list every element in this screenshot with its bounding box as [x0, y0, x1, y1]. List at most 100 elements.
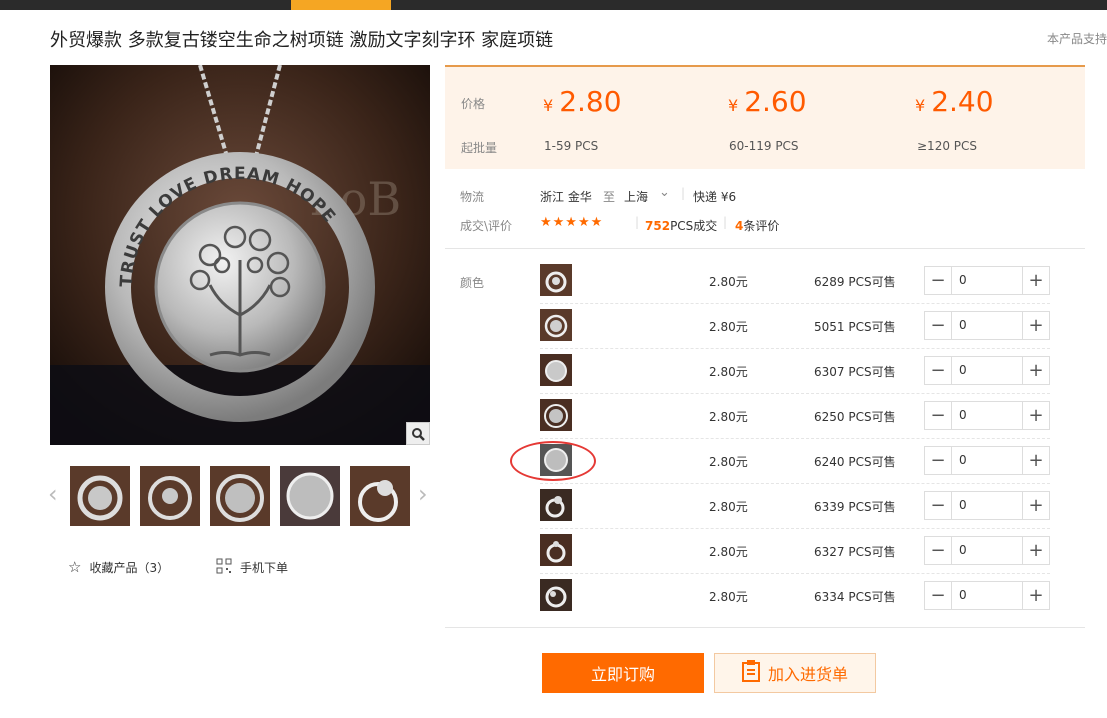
variant-swatch[interactable] — [540, 264, 572, 296]
deals-count: 752 — [645, 219, 671, 233]
shipping-fee: 快递 ¥6 — [693, 190, 737, 204]
logistics-label: 物流 — [460, 190, 485, 204]
decrease-qty-button[interactable]: − — [925, 402, 952, 429]
thumbnail[interactable] — [350, 466, 410, 526]
variant-stock: 6289 PCS可售 — [814, 275, 896, 289]
separator: | — [635, 215, 640, 229]
decrease-qty-button[interactable]: − — [925, 582, 952, 609]
variant-swatch[interactable] — [540, 534, 572, 566]
variant-price: 2.80元 — [709, 500, 748, 514]
quantity-input[interactable]: 0 — [959, 543, 967, 557]
decrease-qty-button[interactable]: − — [925, 267, 952, 294]
currency-symbol: ¥ — [543, 96, 554, 115]
deals-suffix: PCS成交 — [670, 219, 718, 233]
thumbnail-strip: ‹ › — [48, 466, 440, 526]
variant-stock: 6307 PCS可售 — [814, 365, 896, 379]
quantity-input[interactable]: 0 — [959, 273, 967, 287]
variant-price: 2.80元 — [709, 590, 748, 604]
variant-row: 2.80元 6327 PCS可售 − 0 + — [540, 528, 1050, 574]
increase-qty-button[interactable]: + — [1022, 312, 1049, 339]
variant-price: 2.80元 — [709, 365, 748, 379]
variant-swatch[interactable] — [540, 354, 572, 386]
nav-tab[interactable] — [190, 0, 280, 10]
decrease-qty-button[interactable]: − — [925, 357, 952, 384]
separator: | — [681, 186, 686, 200]
buy-now-button[interactable]: 立即订购 — [542, 653, 704, 693]
tier-range: 60-119 PCS — [729, 139, 799, 153]
variant-swatch[interactable] — [540, 579, 572, 611]
tier-price: 2.80 — [559, 85, 622, 118]
deals-count-link[interactable]: 752PCS成交 — [645, 217, 717, 234]
top-nav-bar — [0, 0, 1107, 10]
qr-code-icon — [216, 558, 232, 577]
logistics-section: 物流 浙江 金华 至 上海 ⌄ | 快递 ¥6 成交\评价 ★★★★★ | 75… — [445, 170, 1085, 249]
decrease-qty-button[interactable]: − — [925, 492, 952, 519]
thumbnail[interactable] — [140, 466, 200, 526]
variant-price: 2.80元 — [709, 410, 748, 424]
currency-symbol: ¥ — [728, 96, 739, 115]
destination-select[interactable]: 上海 — [624, 188, 648, 205]
variant-swatch[interactable] — [540, 309, 572, 341]
quantity-stepper: − 0 + — [924, 401, 1050, 430]
decrease-qty-button[interactable]: − — [925, 312, 952, 339]
zoom-icon[interactable] — [406, 422, 430, 445]
review-count-link[interactable]: 4条评价 — [735, 217, 779, 234]
variant-stock: 6327 PCS可售 — [814, 545, 896, 559]
quantity-input[interactable]: 0 — [959, 363, 967, 377]
variant-swatch[interactable] — [540, 489, 572, 521]
increase-qty-button[interactable]: + — [1022, 492, 1049, 519]
quantity-input[interactable]: 0 — [959, 318, 967, 332]
review-suffix: 条评价 — [743, 219, 780, 233]
star-outline-icon: ☆ — [68, 558, 82, 576]
price-label: 价格 — [461, 97, 486, 111]
variant-stock: 6240 PCS可售 — [814, 455, 896, 469]
increase-qty-button[interactable]: + — [1022, 357, 1049, 384]
thumb-next-arrow-icon[interactable]: › — [418, 482, 428, 506]
variant-price: 2.80元 — [709, 320, 748, 334]
increase-qty-button[interactable]: + — [1022, 402, 1049, 429]
increase-qty-button[interactable]: + — [1022, 447, 1049, 474]
product-main-image[interactable]: hoB TRUST LOVE DREAM HOPE — [50, 65, 430, 445]
color-label: 颜色 — [460, 276, 485, 290]
mobile-order-button[interactable]: 手机下单 — [216, 558, 288, 577]
tier-range: 1-59 PCS — [544, 139, 599, 153]
variant-row: 2.80元 6334 PCS可售 − 0 + — [540, 573, 1050, 618]
add-to-cart-label: 加入进货单 — [767, 665, 848, 684]
quantity-input[interactable]: 0 — [959, 498, 967, 512]
product-title: 外贸爆款 多款复古镂空生命之树项链 激励文字刻字环 家庭项链 — [50, 30, 554, 51]
quantity-stepper: − 0 + — [924, 311, 1050, 340]
variant-swatch[interactable] — [540, 399, 572, 431]
nav-tab[interactable] — [400, 0, 490, 10]
decrease-qty-button[interactable]: − — [925, 537, 952, 564]
thumbnail[interactable] — [280, 466, 340, 526]
variant-row: 2.80元 5051 PCS可售 − 0 + — [540, 303, 1050, 349]
quantity-stepper: − 0 + — [924, 356, 1050, 385]
increase-qty-button[interactable]: + — [1022, 582, 1049, 609]
thumbnail[interactable] — [210, 466, 270, 526]
tier-price: 2.40 — [931, 85, 994, 118]
tier-range: ≥120 PCS — [917, 139, 978, 153]
price-tier-3: ¥2.40 — [915, 85, 994, 118]
quantity-input[interactable]: 0 — [959, 408, 967, 422]
variant-row: 2.80元 6250 PCS可售 − 0 + — [540, 393, 1050, 439]
divider — [445, 627, 1085, 628]
chevron-down-icon[interactable]: ⌄ — [659, 185, 670, 200]
variant-row: 2.80元 6339 PCS可售 − 0 + — [540, 483, 1050, 529]
quantity-input[interactable]: 0 — [959, 453, 967, 467]
variant-price: 2.80元 — [709, 455, 748, 469]
currency-symbol: ¥ — [915, 96, 926, 115]
quantity-stepper: − 0 + — [924, 266, 1050, 295]
thumbnail[interactable] — [70, 466, 130, 526]
add-to-cart-button[interactable]: 加入进货单 — [714, 653, 876, 693]
decrease-qty-button[interactable]: − — [925, 447, 952, 474]
thumb-prev-arrow-icon[interactable]: ‹ — [48, 482, 58, 506]
quantity-stepper: − 0 + — [924, 446, 1050, 475]
nav-tab-active[interactable] — [291, 0, 391, 10]
increase-qty-button[interactable]: + — [1022, 537, 1049, 564]
to-label: 至 — [603, 190, 616, 204]
increase-qty-button[interactable]: + — [1022, 267, 1049, 294]
quantity-input[interactable]: 0 — [959, 588, 967, 602]
support-note: 本产品支持 — [1046, 32, 1107, 46]
price-panel: 价格 起批量 ¥2.80 1-59 PCS ¥2.60 60-119 PCS ¥… — [445, 65, 1085, 169]
favorite-button[interactable]: ☆ 收藏产品（3） — [68, 558, 169, 576]
